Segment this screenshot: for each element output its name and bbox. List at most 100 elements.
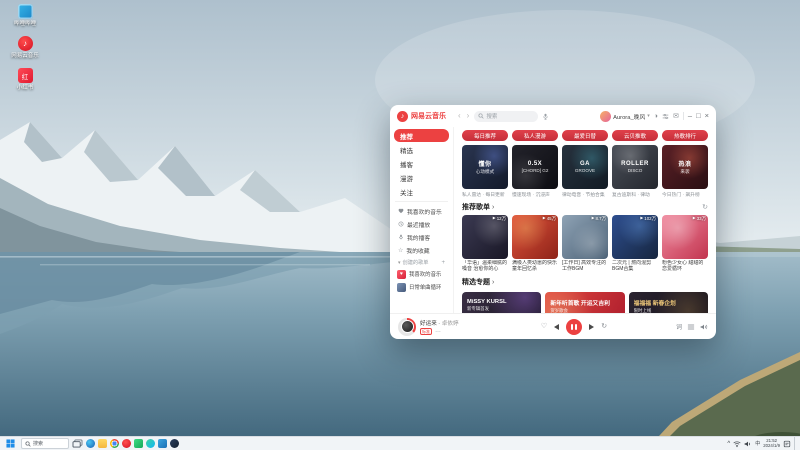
theme-icon[interactable]: ◑ bbox=[654, 113, 658, 120]
volume-tray-icon[interactable] bbox=[744, 440, 752, 448]
song-title[interactable]: 好运来 bbox=[420, 321, 437, 327]
sidebar-nav-featured[interactable]: 精选 bbox=[394, 143, 449, 156]
lyrics-button[interactable]: 词 bbox=[676, 322, 682, 331]
featured-card[interactable]: 热浪 来袭 今日热门 · 飙升榜 bbox=[662, 145, 708, 198]
track-tags: 标准 … bbox=[420, 327, 459, 335]
taskbar-app-qq-music[interactable] bbox=[146, 439, 155, 448]
playlist-card[interactable]: ▶ 102万 二次元 | 燃向混剪BGM合集 bbox=[612, 215, 658, 273]
input-language-indicator[interactable]: 中 bbox=[755, 440, 760, 447]
pause-button[interactable] bbox=[566, 318, 583, 335]
sidebar-my-podcast[interactable]: 我的播客 bbox=[394, 231, 449, 243]
section-title[interactable]: 精选专题 bbox=[462, 277, 490, 287]
featured-card[interactable]: ROLLER DISCO 复古迪斯科 · 律动 bbox=[612, 145, 658, 198]
more-icon[interactable]: … bbox=[435, 328, 441, 334]
message-icon[interactable]: ✉ bbox=[673, 113, 679, 120]
playlist-card[interactable]: ▶ 12万 「华语」温柔细腻的嗓音 治愈你的心 bbox=[462, 215, 508, 273]
sidebar-my-collection[interactable]: ☆ 我的收藏 bbox=[394, 244, 449, 256]
sidebar-divider bbox=[395, 201, 448, 202]
maximize-button[interactable]: □ bbox=[696, 112, 701, 120]
system-tray: ^ 中 21:52 2024/1/9 bbox=[727, 436, 798, 450]
chip-cloudbei-songs[interactable]: 云贝推歌 bbox=[612, 130, 658, 141]
nav-forward-button[interactable]: › bbox=[466, 112, 471, 120]
settings-icon[interactable] bbox=[662, 113, 669, 120]
taskbar-app-wechat[interactable] bbox=[134, 439, 143, 448]
chip-daily-favorite[interactable]: 最爱日替 bbox=[562, 130, 608, 141]
created-playlists-header[interactable]: ▾ 创建的歌单 + bbox=[394, 257, 449, 267]
playlist-card[interactable]: ▶ 33万 粉色少女心 甜甜的恋爱循环 bbox=[662, 215, 708, 273]
next-button[interactable] bbox=[589, 323, 595, 330]
taskbar-app-steam[interactable] bbox=[170, 439, 179, 448]
player-right-controls: 词 bbox=[642, 322, 708, 331]
section-title[interactable]: 推荐歌单 bbox=[462, 202, 490, 212]
section-more-chevron[interactable]: › bbox=[492, 204, 494, 211]
playlist-queue-icon[interactable] bbox=[687, 323, 695, 331]
sidebar-nav-recommend[interactable]: 推荐 bbox=[394, 129, 449, 142]
artist-name[interactable]: 卓依婷 bbox=[437, 321, 459, 327]
sidebar-nav-podcast[interactable]: 播客 bbox=[394, 157, 449, 170]
chip-daily-recommend[interactable]: 每日推荐 bbox=[462, 130, 508, 141]
sidebar-recent-played[interactable]: 最近播放 bbox=[394, 218, 449, 230]
play-count-badge: ▶ 33万 bbox=[692, 216, 706, 221]
taskbar-app-edge[interactable] bbox=[86, 439, 95, 448]
featured-card-cover: ROLLER DISCO bbox=[612, 145, 658, 189]
sidebar-playlist-item[interactable]: 日常单曲循环 bbox=[394, 281, 449, 293]
featured-card-cover: GA GROOVE bbox=[562, 145, 608, 189]
task-view-button[interactable] bbox=[72, 439, 83, 448]
minimize-button[interactable]: – bbox=[688, 112, 692, 120]
close-button[interactable]: × bbox=[705, 112, 709, 120]
loop-icon[interactable]: ↻ bbox=[601, 323, 607, 330]
taskbar-clock[interactable]: 21:52 2024/1/9 bbox=[763, 438, 780, 449]
taskbar-search-box[interactable]: 搜索 bbox=[21, 438, 69, 449]
desktop-icon-bilibili[interactable]: 哔哩哔哩 bbox=[4, 4, 46, 27]
tray-date: 2024/1/9 bbox=[763, 442, 780, 448]
taskbar-search-placeholder: 搜索 bbox=[33, 441, 44, 447]
taskbar-app-chrome[interactable] bbox=[110, 439, 119, 448]
taskbar-app-vscode[interactable] bbox=[158, 439, 167, 448]
sidebar-nav-follow[interactable]: 关注 bbox=[394, 185, 449, 198]
taskbar-app-file-explorer[interactable] bbox=[98, 439, 107, 448]
playlist-card[interactable]: ▶ 45万 满级人类幼崽的快乐 童年回忆杀 bbox=[512, 215, 558, 273]
sidebar-playlist-item[interactable]: ♥ 我喜欢的音乐 bbox=[394, 268, 449, 280]
section-more-chevron[interactable]: › bbox=[492, 279, 494, 286]
player-bar: 好运来卓依婷 标准 … ♡ ↻ 词 bbox=[390, 313, 716, 339]
section-recommend-playlists: 推荐歌单 › ↻ bbox=[462, 202, 708, 212]
featured-card-cover: 0.5X [CHORD] G2 bbox=[512, 145, 558, 189]
promo-banner[interactable]: 福福福 新春企划 限时上线 bbox=[629, 292, 708, 313]
add-playlist-button[interactable]: + bbox=[441, 260, 445, 266]
featured-card[interactable]: 懂你 心动模式 私人雷达 · 每日更新 bbox=[462, 145, 508, 198]
featured-card-cover: 热浪 来袭 bbox=[662, 145, 708, 189]
promo-banner[interactable]: MiSSY KURSL 新专辑首发 bbox=[462, 292, 541, 313]
taskbar-app-netease-music[interactable] bbox=[122, 439, 131, 448]
listen-recognize-mic-icon[interactable] bbox=[542, 113, 549, 120]
play-count-badge: ▶ 102万 bbox=[640, 216, 656, 221]
podcast-mic-icon bbox=[399, 234, 403, 240]
desktop-icon-netease-music[interactable]: ♪ 网易云音乐 bbox=[4, 36, 46, 59]
start-button[interactable] bbox=[2, 438, 18, 450]
window-body: 推荐 精选 播客 漫游 关注 我喜欢的音乐 最近播放 我的播客 ☆ 我的收藏 ▾… bbox=[390, 127, 716, 313]
netease-music-window: ♪ 网易云音乐 ‹ › 搜索 Aurora_晚风 ▾ ◑ ✉ – □ × 推荐 … bbox=[390, 105, 716, 339]
app-logo: ♪ 网易云音乐 bbox=[397, 110, 453, 122]
album-progress-ring[interactable] bbox=[398, 317, 416, 336]
volume-icon[interactable] bbox=[700, 323, 708, 331]
featured-card[interactable]: GA GROOVE 律动电音 · 节拍合集 bbox=[562, 145, 608, 198]
tray-expand-icon[interactable]: ^ bbox=[727, 441, 730, 447]
search-input[interactable]: 搜索 bbox=[474, 110, 539, 122]
desktop-icon-xiaohongshu[interactable]: 红 小红书 bbox=[4, 68, 46, 91]
promo-banner[interactable]: 新年听首歌 开运又吉利 贺岁歌会 bbox=[545, 292, 624, 313]
sidebar-liked-music[interactable]: 我喜欢的音乐 bbox=[394, 205, 449, 217]
user-account[interactable]: Aurora_晚风 ▾ bbox=[600, 110, 650, 122]
previous-button[interactable] bbox=[554, 323, 560, 330]
sidebar-nav-roam[interactable]: 漫游 bbox=[394, 171, 449, 184]
playlist-card[interactable]: ▶ 8.7万 [工作日] 高效专注的工作BGM bbox=[562, 215, 608, 273]
show-desktop-button[interactable] bbox=[794, 436, 797, 450]
play-icon: ▶ bbox=[542, 216, 546, 221]
quality-badge[interactable]: 标准 bbox=[420, 327, 432, 335]
network-wifi-icon[interactable] bbox=[733, 440, 741, 448]
nav-back-button[interactable]: ‹ bbox=[457, 112, 462, 120]
chip-hot-chart[interactable]: 热歌排行 bbox=[662, 130, 708, 141]
chip-private-roam[interactable]: 私人漫游 bbox=[512, 130, 558, 141]
notification-center-icon[interactable] bbox=[783, 440, 791, 448]
featured-card[interactable]: 0.5X [CHORD] G2 慢速现场 · 沉浸声 bbox=[512, 145, 558, 198]
like-icon[interactable]: ♡ bbox=[541, 323, 547, 330]
refresh-icon[interactable]: ↻ bbox=[702, 204, 708, 211]
